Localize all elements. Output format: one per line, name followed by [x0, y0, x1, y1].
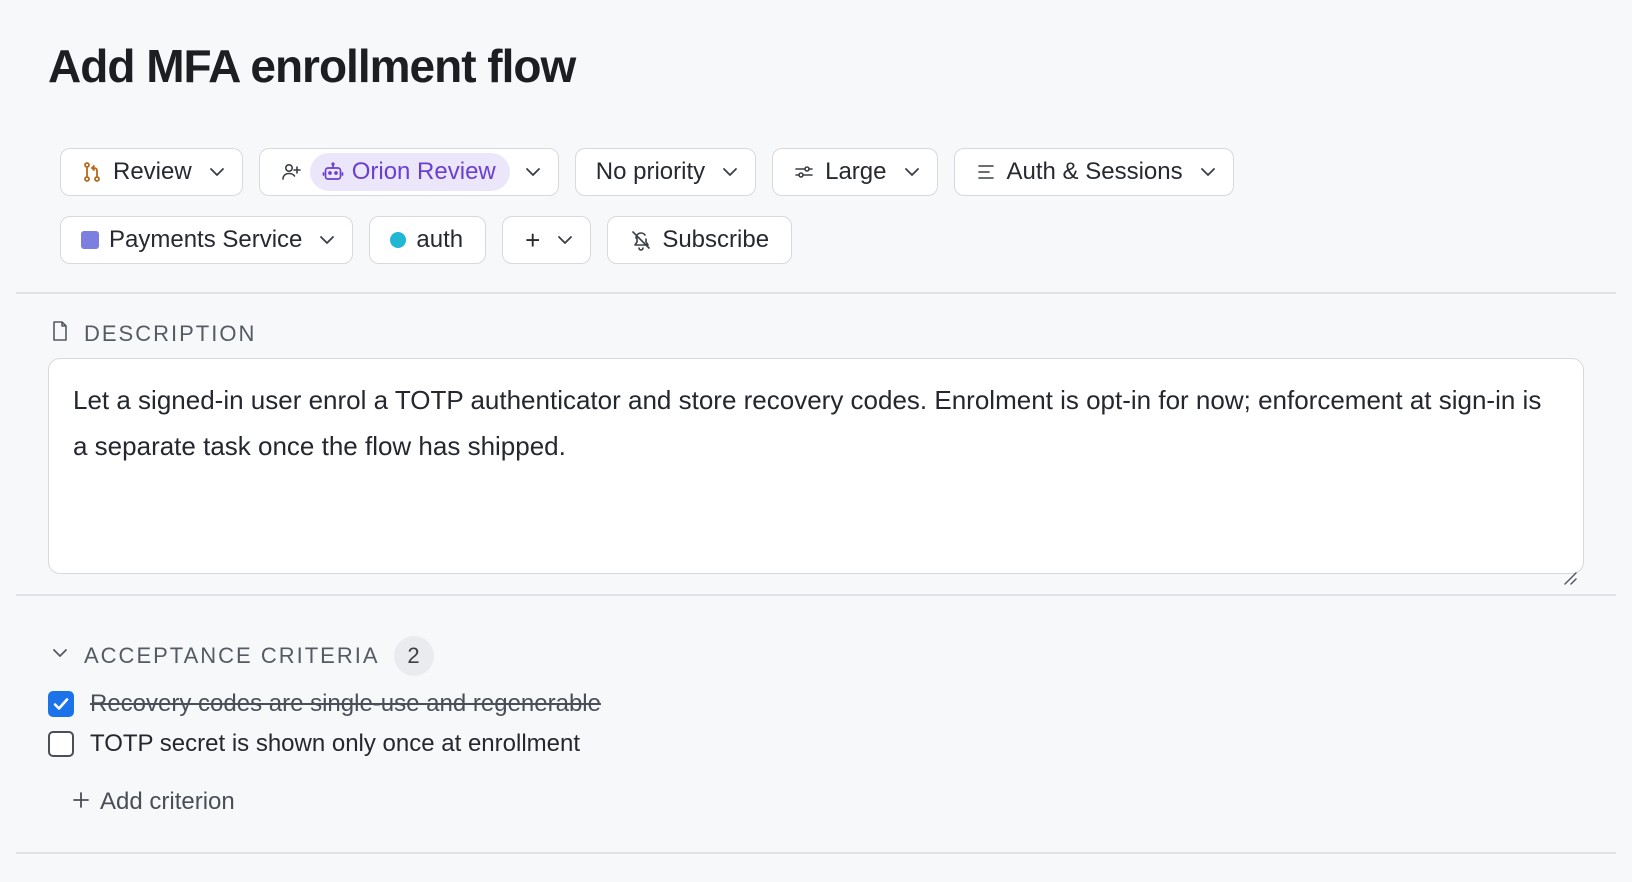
priority-dropdown[interactable]: No priority — [574, 148, 757, 196]
properties-row-1: Review Orion Review No priority Large Au… — [60, 148, 1234, 196]
project-color-swatch — [81, 231, 99, 249]
chevron-down-icon — [719, 161, 741, 183]
add-criterion-button[interactable]: Add criterion — [72, 788, 235, 816]
chevron-down-icon — [554, 229, 576, 251]
estimate-dropdown[interactable]: Large — [772, 148, 938, 196]
acceptance-criteria-heading[interactable]: ACCEPTANCE CRITERIA 2 — [50, 636, 434, 676]
chevron-down-icon — [522, 161, 544, 183]
estimate-label: Large — [825, 158, 887, 185]
properties-row-2: Payments Service auth + Subscribe — [60, 216, 793, 264]
description-heading-text: DESCRIPTION — [84, 321, 257, 346]
label-tag[interactable]: auth — [369, 216, 487, 264]
description-heading: DESCRIPTION — [50, 320, 256, 348]
resize-handle-icon[interactable] — [1563, 553, 1577, 585]
chevron-down-icon[interactable] — [50, 643, 70, 669]
chevron-down-icon — [206, 161, 228, 183]
label-tag-text: auth — [416, 226, 464, 253]
criteria-count-badge: 2 — [393, 636, 434, 676]
chevron-down-icon — [901, 161, 923, 183]
criterion-label[interactable]: TOTP secret is shown only once at enroll… — [90, 730, 580, 758]
criterion-item: Recovery codes are single-use and regene… — [48, 690, 601, 718]
description-textarea[interactable]: Let a signed-in user enrol a TOTP authen… — [48, 358, 1584, 585]
assignee-label: Orion Review — [351, 158, 496, 185]
issue-page: Add MFA enrollment flow Review Orion Rev… — [0, 0, 1632, 882]
document-icon — [50, 320, 70, 348]
list-lines-icon — [975, 161, 997, 183]
plus-icon: + — [525, 225, 541, 255]
plus-icon — [72, 788, 90, 816]
divider — [16, 594, 1616, 596]
add-property-button[interactable]: + — [502, 216, 592, 264]
assignee-chip[interactable]: Orion Review — [309, 153, 510, 191]
label-color-dot — [390, 232, 407, 248]
git-branch-icon — [81, 161, 103, 183]
issue-title[interactable]: Add MFA enrollment flow — [48, 36, 576, 96]
cycle-label: Auth & Sessions — [1006, 158, 1183, 185]
sliders-icon — [793, 161, 815, 183]
priority-label: No priority — [595, 158, 706, 185]
criterion-checkbox[interactable] — [48, 691, 74, 717]
criterion-checkbox[interactable] — [48, 731, 74, 757]
divider — [16, 292, 1616, 294]
status-dropdown[interactable]: Review — [60, 148, 243, 196]
chevron-down-icon — [316, 229, 338, 251]
criterion-label[interactable]: Recovery codes are single-use and regene… — [90, 690, 601, 718]
project-dropdown[interactable]: Payments Service — [60, 216, 354, 264]
cycle-dropdown[interactable]: Auth & Sessions — [953, 148, 1234, 196]
add-user-icon — [280, 161, 302, 183]
acceptance-criteria-heading-text: ACCEPTANCE CRITERIA — [84, 643, 380, 668]
subscribe-button[interactable]: Subscribe — [607, 216, 793, 264]
status-label: Review — [113, 158, 192, 185]
add-criterion-label: Add criterion — [100, 788, 235, 815]
divider — [16, 852, 1616, 854]
project-label: Payments Service — [109, 226, 303, 253]
description-text: Let a signed-in user enrol a TOTP authen… — [73, 385, 1542, 461]
chevron-down-icon — [1197, 161, 1219, 183]
bot-icon — [322, 161, 344, 183]
assignee-dropdown[interactable]: Orion Review — [258, 148, 559, 196]
criterion-item: TOTP secret is shown only once at enroll… — [48, 730, 580, 758]
bell-off-icon — [630, 229, 652, 251]
subscribe-label: Subscribe — [662, 226, 770, 253]
